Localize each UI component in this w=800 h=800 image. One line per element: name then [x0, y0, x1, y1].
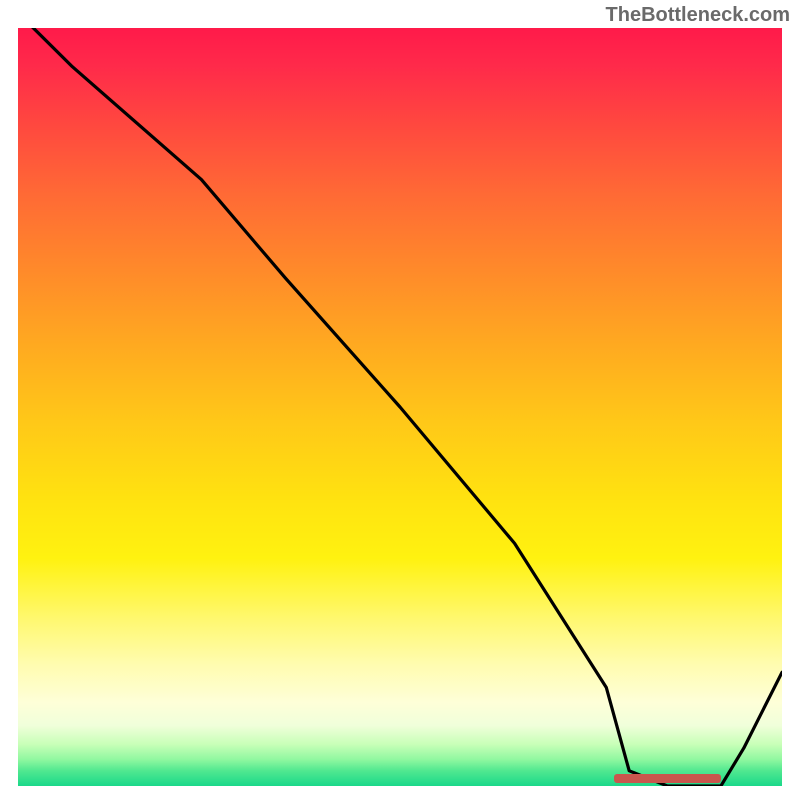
optimal-range-marker [614, 774, 721, 783]
plot-area [18, 28, 782, 786]
gradient-background [18, 28, 782, 786]
chart-container [18, 28, 782, 786]
watermark-text: TheBottleneck.com [606, 4, 790, 27]
